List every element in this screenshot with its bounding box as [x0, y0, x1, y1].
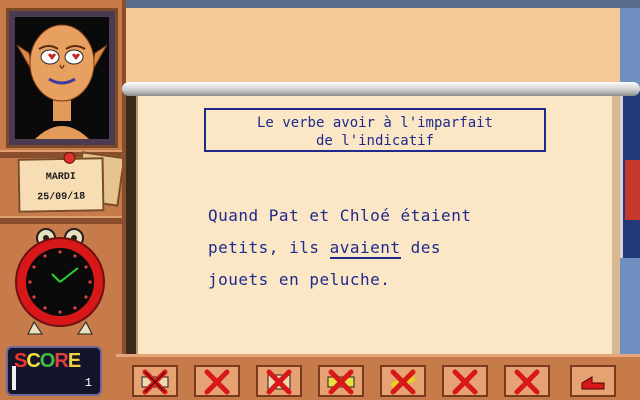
score-letter: E: [67, 350, 81, 372]
score-letter: R: [54, 350, 68, 372]
red-x-icon: [514, 369, 540, 395]
score-letter: C: [26, 350, 40, 372]
answer-option-5-button[interactable]: [380, 365, 426, 397]
top-wall: [126, 0, 640, 84]
score-panel: SCORE 1: [6, 346, 102, 396]
red-x-icon: [327, 369, 355, 395]
sentence-line-1: Quand Pat et Chloé étaient: [208, 206, 472, 225]
lesson-scroll: Le verbe avoir à l'imparfait de l'indica…: [136, 96, 620, 354]
red-x-icon: [452, 369, 478, 395]
answer-option-2-button[interactable]: [194, 365, 240, 397]
portrait-background: [15, 17, 109, 139]
top-strip: [126, 0, 640, 8]
calendar-date: 25/09/18: [37, 191, 86, 204]
answer-option-4-button[interactable]: [318, 365, 364, 397]
red-x-icon: [266, 369, 292, 395]
alarm-clock-icon: [15, 228, 105, 335]
game-screen: MARDI 25/09/18 SCORE 1 Le verbe avoir à …: [0, 0, 640, 400]
lesson-title-box: Le verbe avoir à l'imparfait de l'indica…: [204, 108, 546, 152]
scroll-rod: [122, 82, 640, 96]
bottom-toolbar: [116, 354, 640, 400]
shelf-middle: [0, 216, 126, 224]
answer-option-1-button[interactable]: [132, 365, 178, 397]
character-portrait: [6, 8, 118, 148]
answer-option-7-button[interactable]: [504, 365, 550, 397]
sentence-line-3: jouets en peluche.: [208, 270, 391, 289]
pushpin-icon: [63, 151, 76, 164]
score-letter: O: [39, 350, 56, 372]
window-curtain: [625, 160, 640, 220]
sentence-text: petits, ils: [208, 238, 330, 257]
back-button[interactable]: [570, 365, 616, 397]
window: [620, 90, 640, 258]
calendar-card: MARDI 25/09/18: [17, 151, 105, 213]
answer-option-6-button[interactable]: [442, 365, 488, 397]
red-x-icon: [141, 369, 169, 395]
score-bar: [12, 366, 16, 390]
alien-character-icon: [16, 24, 108, 139]
score-label: SCORE: [14, 350, 81, 373]
lesson-title-line-1: Le verbe avoir à l'imparfait: [256, 115, 493, 131]
alarm-clock: [8, 228, 112, 336]
return-arrow-icon: [581, 376, 605, 390]
score-value: 1: [84, 376, 92, 390]
sentence-line-2: petits, ils avaient des: [208, 238, 568, 259]
red-x-icon: [390, 369, 416, 395]
red-x-icon: [204, 369, 230, 395]
lesson-title-line-2: de l'indicatif: [315, 133, 434, 149]
answer-word[interactable]: avaient: [329, 238, 401, 259]
sentence-text: des: [400, 238, 442, 257]
left-panel: MARDI 25/09/18 SCORE 1: [0, 0, 126, 400]
calendar-day: MARDI: [45, 171, 76, 184]
answer-option-3-button[interactable]: [256, 365, 302, 397]
scroll-shadow: [612, 96, 620, 354]
